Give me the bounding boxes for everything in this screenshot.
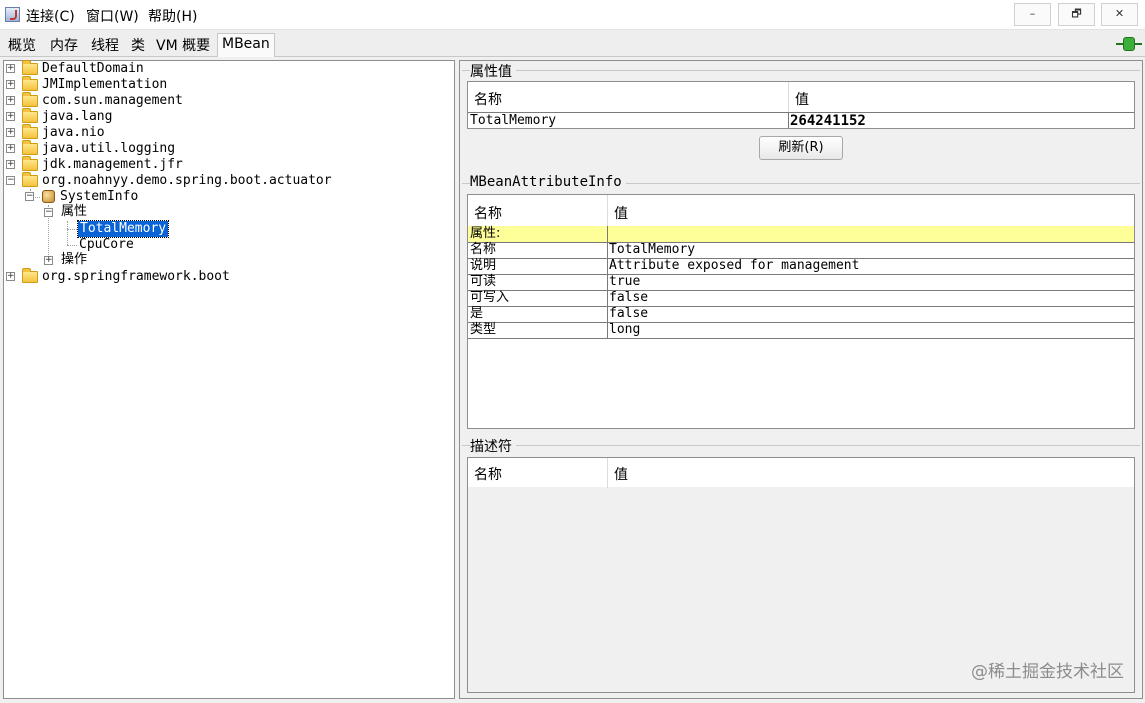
row-divider	[468, 338, 1134, 339]
info-row-value[interactable]: false	[609, 290, 648, 306]
tree-node-label[interactable]: DefaultDomain	[42, 61, 144, 77]
tree-connector	[67, 245, 77, 246]
menu-help[interactable]: 帮助(H)	[148, 6, 197, 26]
tab-bar: 概览 内存 线程 类 VM 概要 MBean	[0, 30, 1145, 57]
column-divider	[607, 195, 608, 226]
restore-button[interactable]: 🗗	[1058, 3, 1095, 26]
tree-node-label[interactable]: 操作	[61, 252, 87, 268]
tree-node-label[interactable]: java.lang	[42, 109, 112, 125]
expand-icon[interactable]: +	[6, 64, 15, 73]
attribute-value-cell[interactable]: 264241152	[790, 113, 866, 129]
tree-node-label[interactable]: org.noahnyy.demo.spring.boot.actuator	[42, 173, 332, 189]
row-divider	[468, 242, 1134, 243]
info-row-name[interactable]: 是	[470, 306, 483, 322]
tree-node-label[interactable]: jdk.management.jfr	[42, 157, 183, 173]
info-row-value[interactable]: true	[609, 274, 640, 290]
expand-icon[interactable]: +	[6, 96, 15, 105]
folder-icon	[22, 76, 38, 91]
title-menu-bar: 连接(C) 窗口(W) 帮助(H) – 🗗 ✕	[0, 0, 1145, 30]
info-row-value[interactable]: false	[609, 306, 648, 322]
info-row-name[interactable]: 名称	[470, 242, 496, 258]
tree-connector	[67, 229, 77, 230]
watermark: @稀土掘金技术社区	[971, 662, 1124, 682]
tab-vm-summary[interactable]: VM 概要	[156, 35, 210, 55]
mbean-tree[interactable]: + DefaultDomain + JMImplementation + com…	[3, 60, 455, 699]
row-divider	[468, 274, 1134, 275]
tree-node-label[interactable]: org.springframework.boot	[42, 269, 230, 285]
tab-mbean[interactable]: MBean	[217, 33, 275, 57]
connection-status-icon	[1116, 37, 1142, 51]
column-divider	[607, 458, 608, 488]
info-row-name[interactable]: 类型	[470, 322, 496, 338]
column-header-value[interactable]: 值	[614, 464, 628, 484]
tree-node-label[interactable]: com.sun.management	[42, 93, 183, 109]
column-header-name[interactable]: 名称	[474, 203, 502, 223]
info-row-value[interactable]: long	[609, 322, 640, 338]
expand-icon[interactable]: +	[6, 128, 15, 137]
column-header-value[interactable]: 值	[614, 203, 628, 223]
attribute-info-title: MBeanAttributeInfo	[470, 174, 626, 190]
tree-node-label[interactable]: 属性	[61, 204, 87, 220]
collapse-icon[interactable]: −	[44, 208, 53, 217]
tab-memory[interactable]: 内存	[50, 35, 78, 55]
mbean-detail-panel: 属性值 名称 值 TotalMemory 264241152 刷新(R) MBe…	[459, 60, 1143, 699]
tree-node-label[interactable]: java.util.logging	[42, 141, 175, 157]
descriptor-title: 描述符	[470, 436, 516, 456]
tab-threads[interactable]: 线程	[91, 35, 119, 55]
column-header-value[interactable]: 值	[795, 89, 809, 109]
java-app-icon	[5, 7, 20, 22]
tree-connector	[67, 221, 68, 245]
folder-icon	[22, 156, 38, 171]
folder-open-icon	[22, 172, 38, 187]
expand-icon[interactable]: +	[6, 160, 15, 169]
column-divider	[788, 112, 789, 128]
row-divider	[468, 290, 1134, 291]
info-row-value[interactable]: Attribute exposed for management	[609, 258, 859, 274]
row-divider	[468, 322, 1134, 323]
collapse-icon[interactable]: −	[6, 176, 15, 185]
tree-node-label[interactable]: java.nio	[42, 125, 105, 141]
menu-connect[interactable]: 连接(C)	[26, 6, 75, 26]
menu-window[interactable]: 窗口(W)	[86, 6, 139, 26]
collapse-icon[interactable]: −	[25, 192, 34, 201]
tree-node-attribute[interactable]: CpuCore	[79, 237, 134, 253]
attribute-name-cell[interactable]: TotalMemory	[470, 113, 556, 129]
folder-icon	[22, 60, 38, 75]
folder-icon	[22, 124, 38, 139]
attribute-group-row: 属性:	[468, 226, 1134, 242]
expand-icon[interactable]: +	[6, 80, 15, 89]
expand-icon[interactable]: +	[6, 144, 15, 153]
column-divider	[788, 82, 789, 112]
attribute-values-title: 属性值	[470, 61, 516, 81]
column-header-name[interactable]: 名称	[474, 464, 502, 484]
close-button[interactable]: ✕	[1101, 3, 1138, 26]
folder-icon	[22, 140, 38, 155]
expand-icon[interactable]: +	[6, 112, 15, 121]
refresh-button[interactable]: 刷新(R)	[759, 136, 843, 160]
info-row-name[interactable]: 可写入	[470, 290, 509, 306]
expand-icon[interactable]: +	[6, 272, 15, 281]
attribute-values-table[interactable]: 名称 值 TotalMemory 264241152	[467, 81, 1135, 129]
descriptor-table-header[interactable]: 名称 值	[467, 457, 1135, 488]
minimize-button[interactable]: –	[1014, 3, 1051, 26]
folder-icon	[22, 268, 38, 283]
column-header-name[interactable]: 名称	[474, 89, 502, 109]
info-row-name[interactable]: 说明	[470, 258, 496, 274]
folder-icon	[22, 92, 38, 107]
mbean-icon	[42, 190, 55, 203]
expand-icon[interactable]: +	[44, 256, 53, 265]
tree-node-label[interactable]: JMImplementation	[42, 77, 167, 93]
info-row-value[interactable]: TotalMemory	[609, 242, 695, 258]
row-divider	[468, 306, 1134, 307]
tab-overview[interactable]: 概览	[8, 35, 36, 55]
section-separator	[462, 70, 1140, 71]
tree-node-label[interactable]: SystemInfo	[60, 189, 138, 205]
attribute-info-table[interactable]: 名称 值 属性: 名称 TotalMemory 说明 Attribute exp…	[467, 194, 1135, 429]
tree-node-attribute-selected[interactable]: TotalMemory	[76, 220, 170, 238]
folder-icon	[22, 108, 38, 123]
info-row-name[interactable]: 可读	[470, 274, 496, 290]
attribute-group-label: 属性:	[470, 226, 501, 241]
tab-classes[interactable]: 类	[131, 35, 145, 55]
section-separator	[462, 445, 1140, 446]
